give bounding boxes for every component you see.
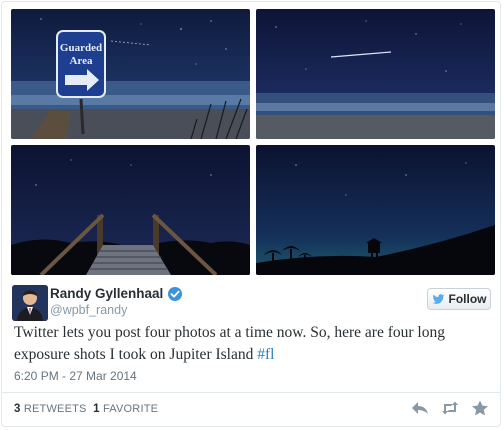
- sign-text-line1: Guarded: [60, 42, 102, 54]
- tweet-body: Twitter lets you post four photos at a t…: [14, 324, 445, 363]
- photo-beach-sign[interactable]: Guarded Area: [11, 9, 250, 139]
- tweet-actions: [411, 400, 489, 416]
- photo-boardwalk-image: [11, 145, 250, 275]
- photo-ocean-streak-image: [256, 9, 495, 139]
- photo-palms[interactable]: [256, 145, 495, 275]
- tweet-card: Guarded Area Randy Gyllenhaal @wpbf_rand…: [1, 1, 501, 427]
- retweets-count[interactable]: 3: [14, 403, 21, 415]
- tweet-stats: 3 RETWEETS 1 FAVORITE: [14, 403, 158, 415]
- tweet-text: Twitter lets you post four photos at a t…: [14, 322, 494, 366]
- divider: [2, 392, 500, 393]
- star-icon[interactable]: [471, 400, 489, 416]
- twitter-bird-icon: [432, 293, 444, 304]
- photo-palms-image: [256, 145, 495, 275]
- follow-button[interactable]: Follow: [427, 288, 491, 310]
- favorites-label[interactable]: FAVORITE: [103, 403, 158, 415]
- sign-text-line2: Area: [69, 55, 93, 67]
- photo-boardwalk[interactable]: [11, 145, 250, 275]
- reply-icon[interactable]: [411, 400, 429, 416]
- photo-beach-sign-image: Guarded Area: [11, 9, 250, 139]
- avatar[interactable]: [12, 285, 48, 321]
- retweets-label[interactable]: RETWEETS: [24, 403, 87, 415]
- follow-label: Follow: [448, 292, 487, 306]
- favorites-count[interactable]: 1: [93, 403, 100, 415]
- hashtag-link[interactable]: #fl: [257, 346, 274, 363]
- retweet-icon[interactable]: [441, 400, 459, 416]
- timestamp[interactable]: 6:20 PM - 27 Mar 2014: [14, 369, 137, 383]
- verified-badge-icon: [168, 286, 183, 301]
- author-name-row: Randy Gyllenhaal: [50, 286, 183, 301]
- author-name[interactable]: Randy Gyllenhaal: [50, 286, 163, 301]
- photo-ocean-streak[interactable]: [256, 9, 495, 139]
- author-handle[interactable]: @wpbf_randy: [50, 303, 127, 317]
